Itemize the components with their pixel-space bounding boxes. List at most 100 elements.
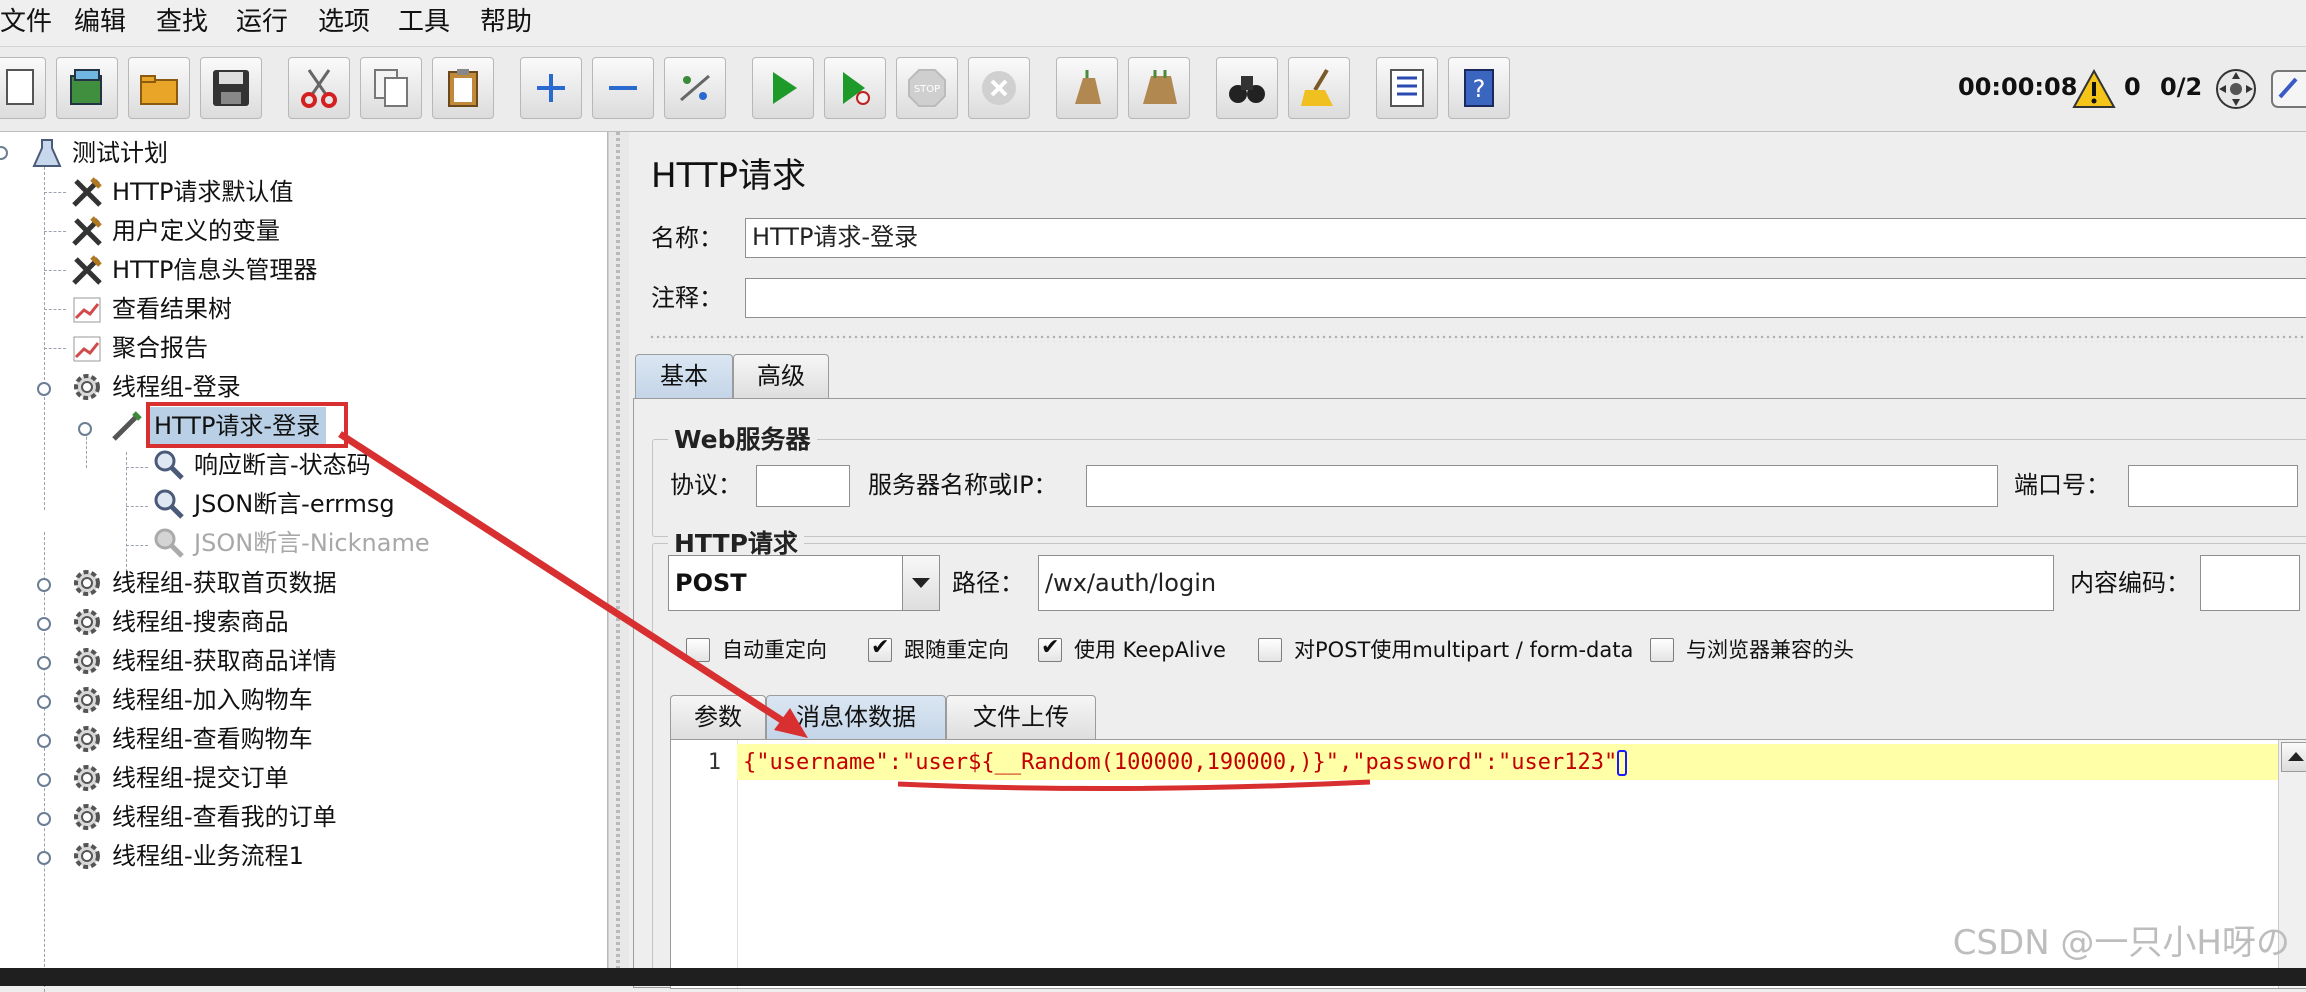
checkbox-box[interactable] <box>1258 638 1282 662</box>
tree-guide <box>126 506 148 507</box>
paste-button[interactable] <box>432 57 494 119</box>
tree-guide <box>126 467 148 468</box>
chevron-down-icon[interactable] <box>902 556 939 610</box>
open-button[interactable] <box>128 57 190 119</box>
test-plan-icon <box>32 139 62 167</box>
templates-button[interactable] <box>56 57 118 119</box>
sampler-pen-icon <box>112 411 142 441</box>
page-title: HTTP请求 <box>651 156 807 196</box>
basic-tab-body: Web服务器 协议： 服务器名称或IP： 端口号： HTTP请求 POST 路径… <box>633 398 2306 989</box>
tab-body-data[interactable]: 消息体数据 <box>766 695 946 739</box>
annotation-highlight-box <box>146 402 348 448</box>
menu-options[interactable]: 选项 <box>318 4 370 40</box>
tree-expander[interactable] <box>37 382 51 396</box>
comment-label: 注释： <box>651 284 723 312</box>
log-viewer-icon[interactable] <box>2270 67 2306 111</box>
tree-guide <box>86 432 87 468</box>
http-request-panel: HTTP请求 名称： HTTP请求-登录 注释： 基本 高级 Web服务器 协议… <box>629 132 2306 989</box>
name-input[interactable]: HTTP请求-登录 <box>745 218 2306 258</box>
method-select[interactable]: POST <box>668 555 940 611</box>
warning-icon[interactable] <box>2072 69 2116 109</box>
tree-expander[interactable] <box>37 695 51 709</box>
port-label: 端口号： <box>2014 471 2110 499</box>
copy-icon <box>374 69 408 107</box>
split-pane-divider[interactable] <box>608 132 630 968</box>
menu-file[interactable]: 文件 <box>0 4 52 40</box>
tree-expander[interactable] <box>37 773 51 787</box>
menu-tools[interactable]: 工具 <box>398 4 450 40</box>
toggle-button[interactable] <box>664 57 726 119</box>
search-icon <box>1229 76 1265 103</box>
elapsed-timer: 00:00:08 <box>1958 73 2078 101</box>
bottom-edge-bar <box>0 968 2306 986</box>
line-number: 1 <box>707 750 721 775</box>
tree-guide <box>44 192 66 193</box>
menu-help[interactable]: 帮助 <box>480 4 532 40</box>
thread-group-gear-icon <box>74 374 100 400</box>
menu-edit[interactable]: 编辑 <box>74 4 126 40</box>
comment-input[interactable] <box>745 278 2306 318</box>
tree-expander[interactable] <box>37 851 51 865</box>
tab-advanced[interactable]: 高级 <box>733 354 829 398</box>
start-button[interactable] <box>752 57 814 119</box>
tree-expander[interactable] <box>37 617 51 631</box>
thread-group-gear-icon <box>74 726 100 752</box>
help-button[interactable]: ? <box>1448 57 1510 119</box>
scroll-up-icon[interactable] <box>2281 742 2306 772</box>
collapse-divider[interactable] <box>649 334 2306 342</box>
svg-text:STOP: STOP <box>914 84 940 95</box>
reset-search-button[interactable] <box>1288 57 1350 119</box>
tab-file-upload[interactable]: 文件上传 <box>946 695 1096 739</box>
config-tools-icon <box>72 177 102 207</box>
tree-expander[interactable] <box>37 734 51 748</box>
checkbox-box[interactable] <box>1038 635 1062 662</box>
shutdown-button[interactable] <box>968 57 1030 119</box>
stop-icon: STOP <box>908 69 946 107</box>
tree-guide <box>44 270 66 271</box>
expand-all-button[interactable] <box>520 57 582 119</box>
clear-button[interactable] <box>1056 57 1118 119</box>
active-threads: 0/2 <box>2160 73 2203 101</box>
port-input[interactable] <box>2128 465 2298 507</box>
checkbox-box[interactable] <box>686 638 710 662</box>
thread-group-gear-icon <box>74 687 100 713</box>
thread-group-gear-icon <box>74 570 100 596</box>
new-button[interactable] <box>0 57 46 119</box>
clear-all-button[interactable] <box>1128 57 1190 119</box>
copy-button[interactable] <box>360 57 422 119</box>
server-input[interactable] <box>1086 465 1998 507</box>
collapse-icon <box>609 86 637 90</box>
watermark-text: CSDN @一只小H呀の <box>1952 923 2290 963</box>
encoding-input[interactable] <box>2200 555 2300 611</box>
cut-button[interactable] <box>288 57 350 119</box>
clear-all-icon <box>1143 70 1177 104</box>
tree-expander[interactable] <box>37 578 51 592</box>
checkbox-box[interactable] <box>868 635 892 662</box>
thread-group-gear-icon <box>74 765 100 791</box>
tab-parameters[interactable]: 参数 <box>670 695 766 739</box>
function-helper-button[interactable] <box>1376 57 1438 119</box>
tab-basic[interactable]: 基本 <box>635 354 733 398</box>
stop-button[interactable]: STOP <box>896 57 958 119</box>
remote-status-icon[interactable] <box>2214 67 2258 111</box>
tree-guide <box>44 231 66 232</box>
thread-group-gear-icon <box>74 648 100 674</box>
path-input[interactable]: /wx/auth/login <box>1038 555 2054 611</box>
start-no-pauses-button[interactable] <box>824 57 886 119</box>
menu-search[interactable]: 查找 <box>156 4 208 40</box>
save-button[interactable] <box>200 57 262 119</box>
tree-expander[interactable] <box>37 812 51 826</box>
checkbox-box[interactable] <box>1650 638 1674 662</box>
tree-expander[interactable] <box>0 146 8 160</box>
protocol-input[interactable] <box>756 465 850 507</box>
config-tools-icon <box>72 216 102 246</box>
tree-expander[interactable] <box>78 422 92 436</box>
menu-run[interactable]: 运行 <box>236 4 288 40</box>
search-button[interactable] <box>1216 57 1278 119</box>
tree-expander[interactable] <box>37 656 51 670</box>
code-username-key: {"username": <box>743 750 902 775</box>
code-line[interactable]: {"username":"user${__Random(100000,19000… <box>743 746 1628 780</box>
collapse-all-button[interactable] <box>592 57 654 119</box>
toolbar: STOP ? 00:00:08 0 0/2 <box>0 47 2306 132</box>
toggle-icon <box>680 74 710 102</box>
